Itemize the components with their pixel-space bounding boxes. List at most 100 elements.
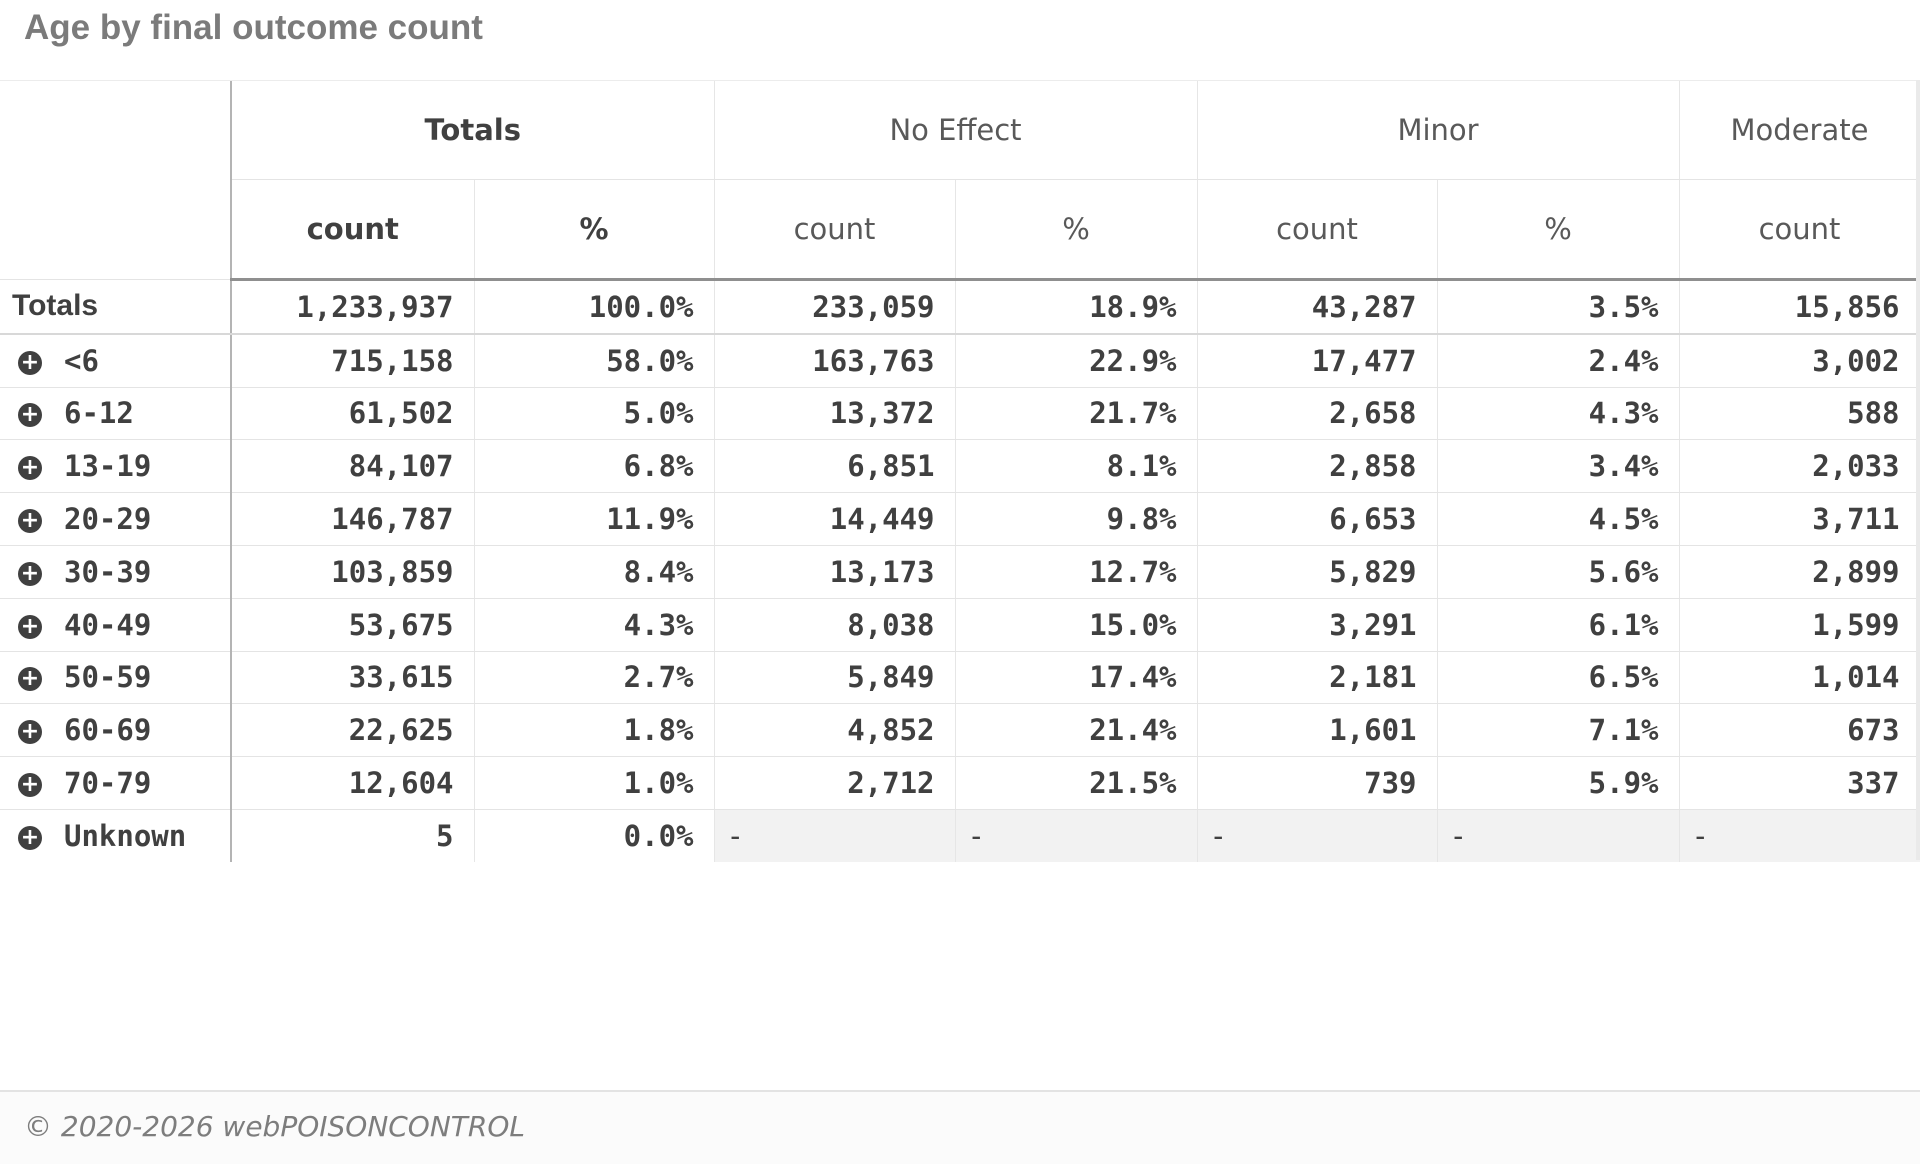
table-row: + Unknown 5 0.0% - - - - - <box>0 809 1920 862</box>
table-cell: 12,604 <box>231 756 475 810</box>
table-cell: 21.4% <box>955 703 1198 758</box>
table-cell: 4.3% <box>1437 387 1680 441</box>
row-label: 50-59 <box>64 660 152 695</box>
table-cell: 17,477 <box>1197 333 1438 388</box>
header-no-effect-count[interactable]: count <box>714 179 956 281</box>
row-label: <6 <box>64 343 99 378</box>
table-cell: 5.6% <box>1437 545 1680 599</box>
row-header: +13-19 <box>0 439 232 494</box>
table-cell: 2,858 <box>1197 439 1438 494</box>
row-label: 6-12 <box>64 396 134 431</box>
table-cell: 11.9% <box>474 492 715 546</box>
totals-cell: 100.0% <box>474 279 715 335</box>
table-cell: 337 <box>1679 756 1920 810</box>
copyright-text: © 2020-2026 webPOISONCONTROL <box>24 1110 525 1143</box>
table-cell: 53,675 <box>231 598 475 652</box>
row-label: 40-49 <box>64 607 152 642</box>
header-group-totals: Totals <box>231 81 715 180</box>
totals-cell: 15,856 <box>1679 279 1920 335</box>
row-header: +20-29 <box>0 492 232 546</box>
table-cell: 2,899 <box>1679 545 1920 599</box>
corner-cell <box>0 81 232 280</box>
table-cell: 103,859 <box>231 545 475 599</box>
table-row: +40-49 53,675 4.3% 8,038 15.0% 3,291 6.1% 1,599 <box>0 598 1920 652</box>
table-cell: - <box>714 809 956 862</box>
expand-plus-icon[interactable]: + <box>18 350 42 375</box>
table-cell: 673 <box>1679 703 1920 758</box>
table-cell: 5 <box>231 809 475 862</box>
table-row: +30-39 103,859 8.4% 13,173 12.7% 5,829 5.6% 2,8… <box>0 545 1920 599</box>
totals-row: Totals 1,233,937 100.0% 233,059 18.9% 43,287 3… <box>0 279 1920 335</box>
header-no-effect-pct[interactable]: % <box>955 179 1198 281</box>
table-cell: 2,181 <box>1197 651 1438 705</box>
table-cell: 3,291 <box>1197 598 1438 652</box>
totals-cell: 3.5% <box>1437 279 1680 335</box>
expand-plus-icon[interactable]: + <box>18 561 42 586</box>
table-cell: 739 <box>1197 756 1438 810</box>
table-cell: 2,658 <box>1197 387 1438 441</box>
header-group-no-effect[interactable]: No Effect <box>714 81 1198 180</box>
expand-plus-icon[interactable]: + <box>18 403 42 428</box>
expand-plus-icon[interactable]: + <box>18 456 42 481</box>
table-cell: 33,615 <box>231 651 475 705</box>
table-cell: 8,038 <box>714 598 956 652</box>
row-header: +30-39 <box>0 545 232 599</box>
table-cell: 58.0% <box>474 333 715 388</box>
expand-plus-icon[interactable]: + <box>18 614 42 639</box>
table-cell: 1,014 <box>1679 651 1920 705</box>
row-label: 70-79 <box>64 766 152 801</box>
expand-plus-icon[interactable]: + <box>18 667 42 692</box>
table-cell: 0.0% <box>474 809 715 862</box>
expand-plus-icon[interactable]: + <box>18 825 42 850</box>
table-cell: 15.0% <box>955 598 1198 652</box>
table-cell: - <box>1197 809 1438 862</box>
table-cell: 3,002 <box>1679 333 1920 388</box>
table-cell: 4,852 <box>714 703 956 758</box>
expand-plus-icon[interactable]: + <box>18 509 42 534</box>
row-header: + <6 <box>0 333 232 388</box>
table-cell: 588 <box>1679 387 1920 441</box>
header-group-moderate[interactable]: Moderate <box>1679 81 1920 180</box>
table-cell: 8.1% <box>955 439 1198 494</box>
table-cell: 9.8% <box>955 492 1198 546</box>
table-cell: 8.4% <box>474 545 715 599</box>
table-cell: 146,787 <box>231 492 475 546</box>
header-moderate-count[interactable]: count <box>1679 179 1920 281</box>
table-cell: 17.4% <box>955 651 1198 705</box>
table-cell: 6.8% <box>474 439 715 494</box>
table-cell: 1.0% <box>474 756 715 810</box>
row-label: 20-29 <box>64 502 152 537</box>
table-row: +20-29 146,787 11.9% 14,449 9.8% 6,653 4.5% 3,7… <box>0 492 1920 546</box>
table-row: +70-79 12,604 1.0% 2,712 21.5% 739 5.9% 337 <box>0 756 1920 810</box>
footer: © 2020-2026 webPOISONCONTROL <box>0 1090 1920 1164</box>
row-label: Totals <box>0 279 232 335</box>
table-cell: 6,851 <box>714 439 956 494</box>
table-cell: 163,763 <box>714 333 956 388</box>
table-cell: 12.7% <box>955 545 1198 599</box>
header-totals-count[interactable]: count <box>231 179 475 281</box>
header-minor-pct[interactable]: % <box>1437 179 1680 281</box>
header-group-minor[interactable]: Minor <box>1197 81 1680 180</box>
header-minor-count[interactable]: count <box>1197 179 1438 281</box>
table-cell: 715,158 <box>231 333 475 388</box>
table-cell: 1,599 <box>1679 598 1920 652</box>
header-totals-pct[interactable]: % <box>474 179 715 281</box>
table-cell: 13,372 <box>714 387 956 441</box>
table-cell: 6,653 <box>1197 492 1438 546</box>
row-header: +60-69 <box>0 703 232 758</box>
table-cell: 21.5% <box>955 756 1198 810</box>
table-cell: 3.4% <box>1437 439 1680 494</box>
table-cell: 14,449 <box>714 492 956 546</box>
pivot-table[interactable]: Totals No Effect Minor Moderate count % … <box>0 80 1920 862</box>
row-header: +6-12 <box>0 387 232 441</box>
table-cell: 84,107 <box>231 439 475 494</box>
row-header: +70-79 <box>0 756 232 810</box>
totals-cell: 18.9% <box>955 279 1198 335</box>
table-cell: 1.8% <box>474 703 715 758</box>
expand-plus-icon[interactable]: + <box>18 720 42 745</box>
table-cell: 2.7% <box>474 651 715 705</box>
row-header: +40-49 <box>0 598 232 652</box>
table-cell: 6.5% <box>1437 651 1680 705</box>
table-cell: 61,502 <box>231 387 475 441</box>
expand-plus-icon[interactable]: + <box>18 773 42 798</box>
